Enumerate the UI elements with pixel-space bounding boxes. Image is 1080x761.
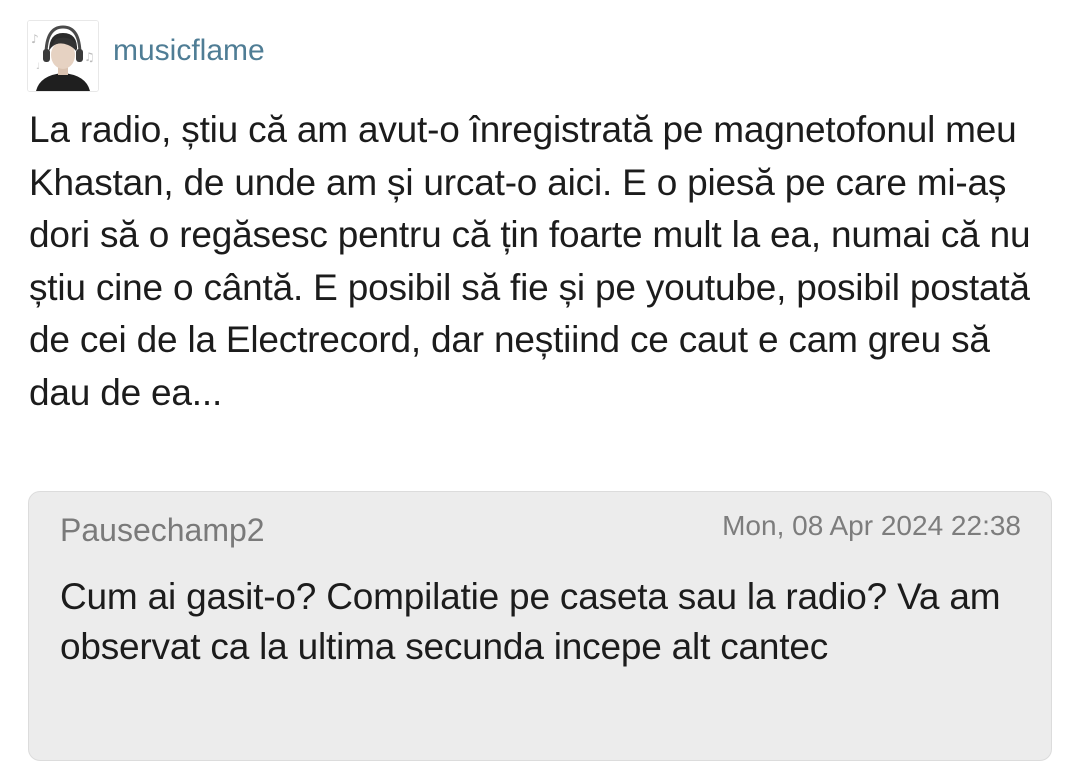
avatar[interactable]: ♪ ♫ ♩ — [27, 20, 99, 92]
post-header: ♪ ♫ ♩ musicflame — [27, 20, 265, 92]
svg-text:♪: ♪ — [31, 32, 39, 46]
username-link[interactable]: musicflame — [113, 34, 265, 68]
post-text: La radio, știu că am avut-o înregistrată… — [29, 109, 1031, 413]
reply-timestamp: Mon, 08 Apr 2024 22:38 — [722, 510, 1021, 541]
quoted-reply: Pausechamp2 Mon, 08 Apr 2024 22:38 Cum a… — [28, 491, 1052, 761]
svg-text:♫: ♫ — [84, 50, 95, 64]
avatar-headphones-icon: ♪ ♫ ♩ — [28, 21, 98, 91]
reply-text: Cum ai gasit-o? Compilatie pe caseta sau… — [60, 576, 1001, 667]
svg-text:♩: ♩ — [36, 62, 40, 72]
reply-author[interactable]: Pausechamp2 — [60, 512, 265, 549]
